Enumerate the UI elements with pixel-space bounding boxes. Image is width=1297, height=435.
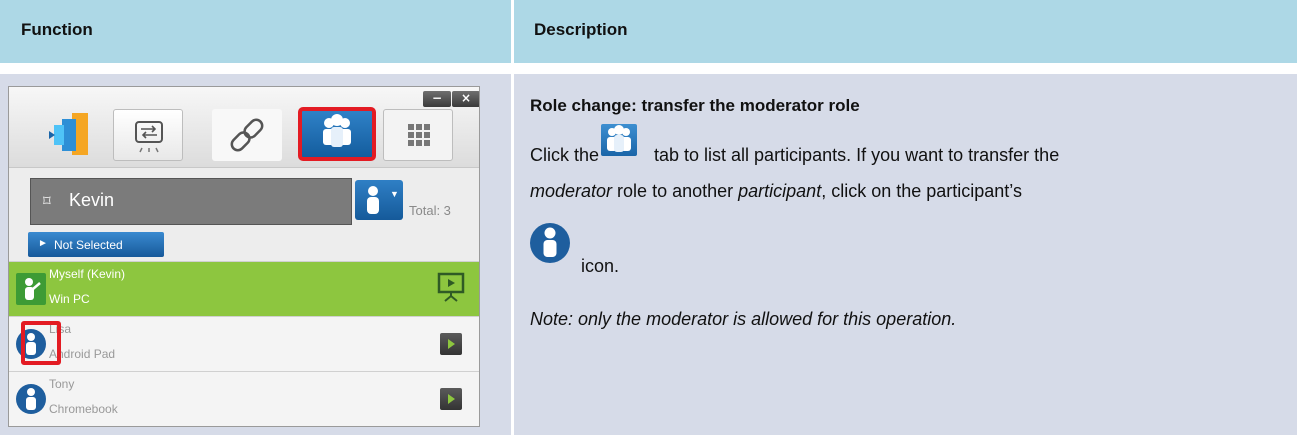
- tab-grid[interactable]: [383, 109, 453, 161]
- play-icon: [448, 394, 455, 404]
- participant-role-icon[interactable]: [16, 383, 46, 415]
- play-triangle-icon: ►: [38, 238, 48, 249]
- presenter-icon: [16, 273, 46, 305]
- participant-term: participant: [738, 181, 822, 201]
- person-icon: [367, 186, 379, 214]
- app-window: − × ⌑ Kevin ▼ Total: 3 ► Not Selected My…: [8, 86, 480, 427]
- close-button[interactable]: ×: [452, 91, 479, 107]
- chevron-down-icon: ▼: [390, 189, 399, 199]
- tab-link[interactable]: [212, 109, 282, 161]
- tab-screen-share[interactable]: [113, 109, 183, 161]
- play-icon: [448, 339, 455, 349]
- header-function: Function: [21, 20, 93, 39]
- not-selected-label: Not Selected: [54, 238, 123, 252]
- participant-total: Total: 3: [409, 203, 451, 218]
- instruction-end: , click on the participant’s: [821, 181, 1022, 201]
- participant-name: Tony: [49, 377, 75, 391]
- participants-icon: [323, 114, 351, 147]
- app-toolbar: − ×: [9, 87, 479, 168]
- participant-device: Chromebook: [49, 402, 118, 416]
- header-description-cell: Description: [514, 0, 1297, 63]
- screen-share-icon: [135, 121, 163, 153]
- minimize-button[interactable]: −: [423, 91, 451, 107]
- moderator-term: moderator: [530, 181, 613, 201]
- not-selected-button[interactable]: ► Not Selected: [28, 232, 164, 257]
- role-icon: [530, 223, 570, 263]
- presenting-screen-icon[interactable]: [437, 272, 465, 302]
- description-title: Role change: transfer the moderator role: [530, 96, 860, 115]
- instruction-text-start: Click the: [530, 145, 600, 165]
- icon-word: icon.: [581, 256, 620, 276]
- current-user-name: Kevin: [69, 190, 115, 210]
- app-logo-icon: [49, 113, 88, 155]
- participants-icon: [607, 125, 631, 152]
- participant-row[interactable]: Tony Chromebook: [9, 371, 479, 426]
- tab-participants[interactable]: [298, 107, 376, 161]
- play-button[interactable]: [440, 333, 462, 355]
- participant-name: Myself (Kevin): [49, 267, 126, 281]
- instruction-text-continue: tab to list all participants. If you wan…: [654, 145, 1060, 165]
- moderator-flag-icon: ⌑: [43, 193, 51, 210]
- role-dropdown-button[interactable]: ▼: [355, 180, 403, 220]
- participant-device: Win PC: [49, 292, 90, 306]
- current-user-box[interactable]: ⌑ Kevin: [30, 178, 352, 225]
- link-icon: [230, 118, 264, 152]
- instruction-text-line2: moderator role to another participant, c…: [530, 181, 1022, 202]
- play-button[interactable]: [440, 388, 462, 410]
- header-description: Description: [534, 20, 628, 39]
- participants-tab-inline-icon: [601, 124, 637, 156]
- participant-row[interactable]: Myself (Kevin) Win PC: [9, 261, 479, 316]
- participant-row[interactable]: Lisa Android Pad: [9, 316, 479, 371]
- grid-icon: [408, 124, 430, 146]
- header-function-cell: Function: [0, 0, 511, 63]
- role-icon-highlight: [21, 321, 61, 365]
- instruction-mid: role to another: [612, 181, 739, 201]
- operation-note: Note: only the moderator is allowed for …: [530, 309, 957, 329]
